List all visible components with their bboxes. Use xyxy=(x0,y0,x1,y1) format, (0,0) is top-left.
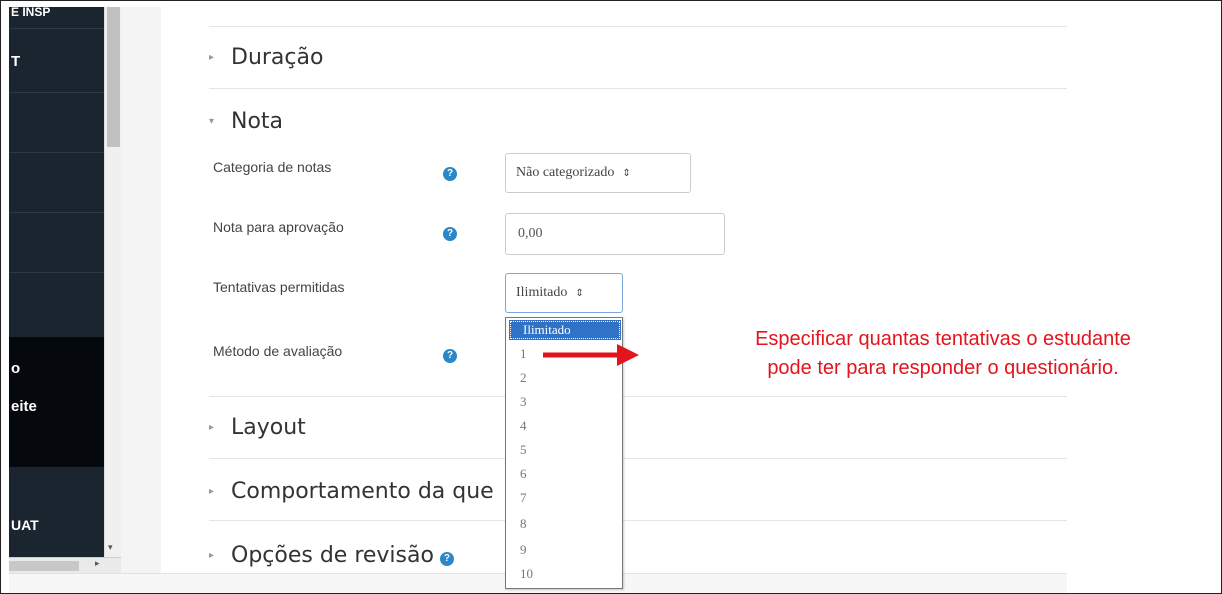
section-header-duracao[interactable]: ▸ Duração xyxy=(209,45,323,70)
horizontal-scrollbar-thumb[interactable] xyxy=(9,561,79,571)
sidebar-item-insp[interactable]: E INSP xyxy=(9,7,104,29)
section-title: Comportamento da que xyxy=(231,479,494,504)
dropdown-option-7[interactable]: 7 xyxy=(506,486,622,510)
question-circle-icon[interactable]: ? xyxy=(443,227,457,241)
section-divider-top xyxy=(209,7,1067,27)
section-title: Opções de revisão xyxy=(231,543,434,568)
dropdown-option-3[interactable]: 3 xyxy=(506,390,622,414)
metodo-avaliacao-label: Método de avaliação xyxy=(213,343,343,359)
sidebar-item-label: o xyxy=(11,360,21,377)
input-value: 0,00 xyxy=(518,226,543,241)
tentativas-permitidas-select[interactable]: Ilimitado ⇕ xyxy=(505,273,623,313)
annotation-callout: Especificar quantas tentativas o estudan… xyxy=(683,325,1203,383)
caret-down-icon: ▾ xyxy=(209,116,215,127)
sidebar-item-o[interactable]: o xyxy=(9,352,104,382)
question-circle-icon[interactable]: ? xyxy=(439,551,454,566)
section-header-nota[interactable]: ▾ Nota xyxy=(209,109,283,134)
content-gutter xyxy=(121,7,161,573)
select-value: Ilimitado xyxy=(516,285,568,300)
tentativas-permitidas-label: Tentativas permitidas xyxy=(213,279,345,295)
sidebar-item-eite[interactable]: eite xyxy=(9,392,104,422)
dropdown-option-5[interactable]: 5 xyxy=(506,438,622,462)
section-title: Nota xyxy=(231,109,284,134)
screenshot-frame: E INSP T o eite UAT ▾ ▸ ▸ Duração ▾ Nota… xyxy=(0,0,1222,594)
caret-right-icon: ▸ xyxy=(209,422,215,433)
annotation-line-2: pode ter para responder o questionário. xyxy=(767,357,1119,379)
dropdown-option-9[interactable]: 9 xyxy=(506,538,622,562)
section-duracao: ▸ Duração xyxy=(209,27,1067,89)
section-layout: ▸ Layout xyxy=(209,397,1067,459)
dropdown-option-10[interactable]: 10 xyxy=(506,562,622,586)
scroll-down-icon[interactable]: ▾ xyxy=(108,543,113,553)
horizontal-scrollbar[interactable]: ▸ xyxy=(9,557,121,573)
sidebar: E INSP T o eite UAT xyxy=(9,7,104,573)
dropdown-option-ilimitado[interactable]: Ilimitado xyxy=(509,320,621,340)
sidebar-item-label: UAT xyxy=(11,517,39,533)
categoria-notas-label: Categoria de notas xyxy=(213,159,332,175)
caret-right-icon: ▸ xyxy=(209,52,215,63)
sidebar-item-blank-3[interactable] xyxy=(9,213,104,273)
sidebar-scrollbar[interactable]: ▾ xyxy=(104,7,121,573)
question-circle-icon[interactable]: ? xyxy=(443,349,457,363)
section-title: Layout xyxy=(231,415,306,440)
section-header-layout[interactable]: ▸ Layout xyxy=(209,415,306,440)
caret-right-icon: ▸ xyxy=(209,550,215,561)
dropdown-option-4[interactable]: 4 xyxy=(506,414,622,438)
sidebar-item-uat[interactable]: UAT xyxy=(9,507,104,547)
sidebar-item-blank-2[interactable] xyxy=(9,153,104,213)
scroll-right-icon[interactable]: ▸ xyxy=(95,559,100,569)
question-circle-icon[interactable]: ? xyxy=(443,167,457,181)
dropdown-option-6[interactable]: 6 xyxy=(506,462,622,486)
dropdown-option-8[interactable]: 8 xyxy=(506,512,622,536)
annotation-line-1: Especificar quantas tentativas o estudan… xyxy=(755,328,1131,350)
sidebar-item-t[interactable]: T xyxy=(9,29,104,93)
select-arrows-icon: ⇕ xyxy=(622,167,631,179)
select-arrows-icon: ⇕ xyxy=(575,287,584,299)
scrollbar-thumb[interactable] xyxy=(107,7,120,147)
sidebar-item-label: T xyxy=(11,53,21,70)
categoria-notas-select[interactable]: Não categorizado ⇕ xyxy=(505,153,691,193)
section-comportamento: ▸ Comportamento da que xyxy=(209,459,1067,521)
sidebar-item-label: E INSP xyxy=(11,7,51,19)
section-title: Duração xyxy=(231,45,324,70)
section-header-opcoes[interactable]: ▸ Opções de revisão ? xyxy=(209,543,454,568)
red-arrow-icon xyxy=(543,344,639,366)
sidebar-item-blank-1[interactable] xyxy=(9,93,104,153)
section-opcoes-revisao: ▸ Opções de revisão ? xyxy=(209,521,1067,581)
caret-right-icon: ▸ xyxy=(209,486,215,497)
select-value: Não categorizado xyxy=(516,165,615,180)
dropdown-option-2[interactable]: 2 xyxy=(506,366,622,390)
section-header-comportamento[interactable]: ▸ Comportamento da que xyxy=(209,479,494,504)
nota-aprovacao-input[interactable]: 0,00 xyxy=(505,213,725,255)
nota-aprovacao-label: Nota para aprovação xyxy=(213,219,344,235)
sidebar-item-label: eite xyxy=(11,398,37,415)
